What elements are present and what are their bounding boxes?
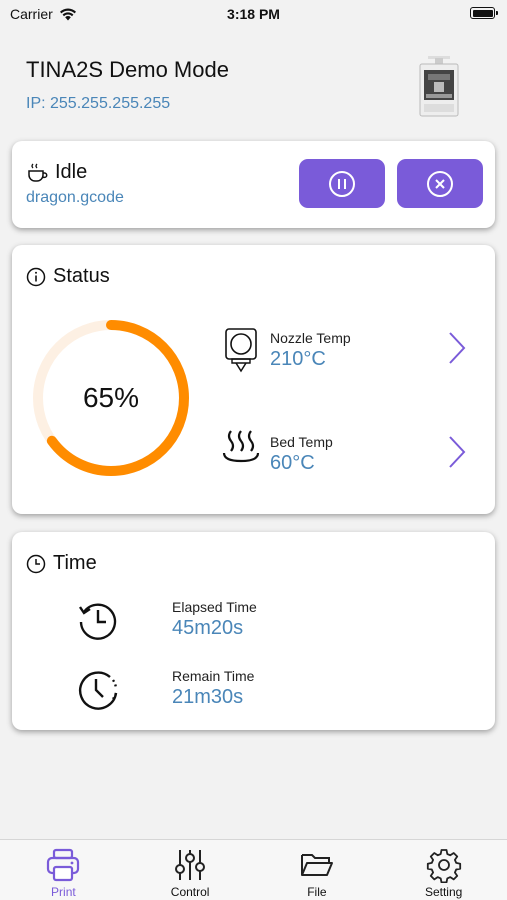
pause-button[interactable]: [299, 159, 385, 208]
tab-control[interactable]: Control: [127, 840, 254, 900]
nozzle-temp-value: 210°C: [270, 348, 326, 370]
elapsed-time-row: Elapsed Time 45m20s: [76, 596, 376, 646]
job-filename: dragon.gcode: [26, 189, 124, 206]
time-card: Time Elapsed Time 45m20s Remain Time 21m…: [12, 532, 495, 730]
remain-time-row: Remain Time 21m30s: [76, 665, 376, 715]
nozzle-icon: [225, 328, 257, 373]
history-clock-icon: [79, 603, 117, 640]
status-title: Status: [53, 265, 110, 287]
progress-percent: 65%: [82, 382, 140, 413]
chevron-right-icon: [449, 436, 466, 468]
tab-control-label: Control: [170, 885, 210, 899]
time-header: Time: [26, 552, 97, 575]
clock-time: 3:18 PM: [227, 6, 280, 22]
tab-print-label: Print: [51, 885, 76, 899]
remain-time-label: Remain Time: [172, 668, 255, 684]
device-title: TINA2S Demo Mode: [26, 57, 229, 82]
job-state: Idle: [26, 161, 87, 184]
cancel-button[interactable]: [397, 159, 483, 208]
time-title: Time: [53, 552, 97, 574]
tab-file[interactable]: File: [254, 840, 381, 900]
info-icon: [26, 267, 46, 286]
battery-icon: [470, 7, 498, 19]
nozzle-temp-row[interactable]: Nozzle Temp 210°C: [222, 327, 482, 377]
tab-print[interactable]: Print: [0, 840, 127, 900]
tab-setting-label: Setting: [424, 885, 463, 899]
printer-thumbnail: [419, 56, 459, 117]
clock-icon: [26, 554, 46, 573]
sliders-icon: [175, 850, 206, 880]
coffee-cup-icon: [28, 163, 48, 182]
tab-setting[interactable]: Setting: [380, 840, 507, 900]
elapsed-time-label: Elapsed Time: [172, 599, 257, 615]
elapsed-time-value: 45m20s: [172, 617, 244, 639]
cancel-icon: [427, 170, 453, 197]
status-card: Status 65% Nozzle Temp 210°C Bed Temp 60…: [12, 245, 495, 514]
gear-icon: [426, 849, 461, 883]
nozzle-temp-label: Nozzle Temp: [270, 330, 351, 346]
tab-bar: Print Control File Setting: [0, 839, 507, 900]
tab-file-label: File: [307, 885, 327, 899]
heat-bed-icon: [222, 430, 260, 463]
remain-time-value: 21m30s: [172, 686, 244, 708]
chevron-right-icon: [449, 332, 466, 364]
folder-icon: [300, 854, 333, 876]
bed-temp-label: Bed Temp: [270, 434, 333, 450]
bed-temp-value: 60°C: [270, 452, 315, 474]
timer-clock-icon: [79, 671, 118, 710]
device-ip: IP: 255.255.255.255: [26, 95, 171, 112]
printer-icon: [47, 848, 80, 882]
status-header: Status: [26, 265, 110, 288]
job-state-label: Idle: [55, 161, 88, 183]
pause-icon: [329, 170, 355, 197]
bed-temp-row[interactable]: Bed Temp 60°C: [222, 430, 482, 481]
job-card: Idle dragon.gcode: [12, 141, 495, 228]
status-bar: Carrier 3:18 PM: [0, 0, 507, 30]
